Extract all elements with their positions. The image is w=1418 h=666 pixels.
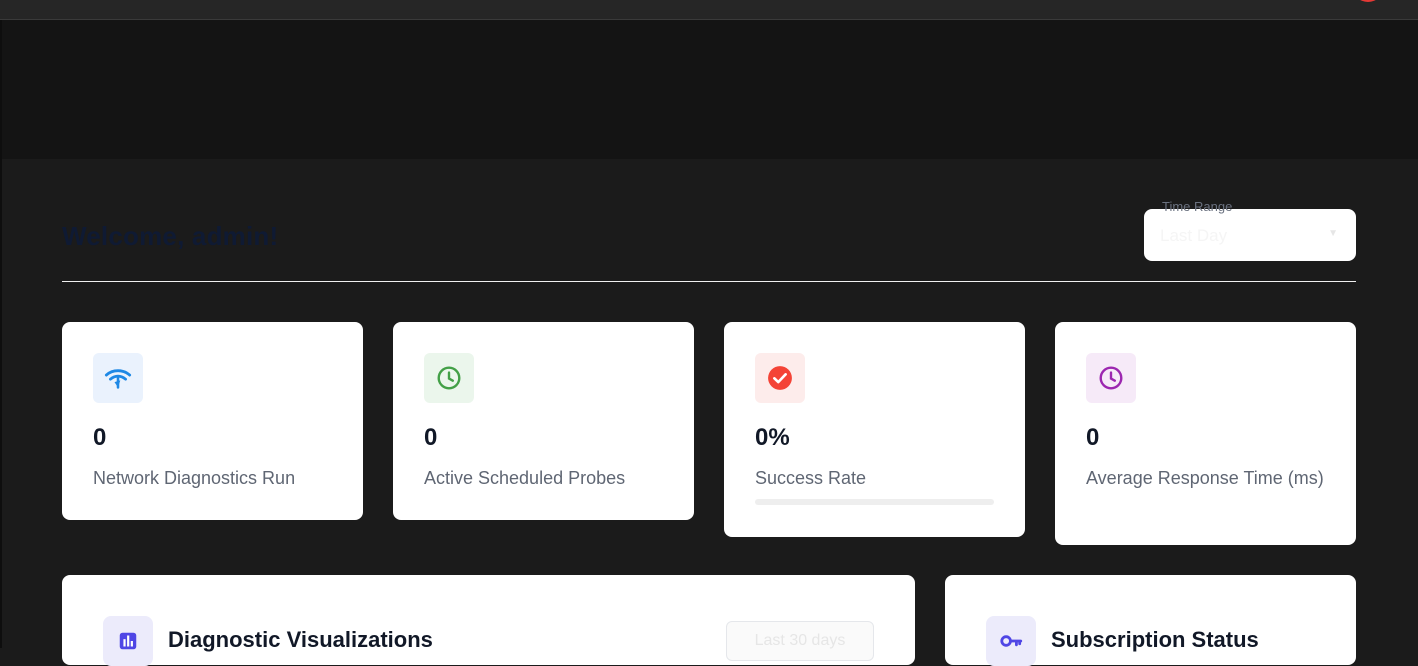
check-circle-icon [755, 353, 805, 403]
header-divider [62, 281, 1356, 282]
stat-card-success-rate: 0% Success Rate [724, 322, 1025, 537]
time-range-label: Time Range [1162, 199, 1233, 214]
date-range-button[interactable]: Last 30 days [726, 621, 874, 661]
time-range-value: Last Day [1160, 226, 1228, 245]
clock-icon [1086, 353, 1136, 403]
panel-title: Diagnostic Visualizations [168, 627, 433, 652]
stat-card-average-response-time: 0 Average Response Time (ms) [1055, 322, 1356, 545]
stat-value: 0 [424, 424, 438, 451]
hero-banner [2, 20, 1418, 159]
key-icon [986, 616, 1036, 666]
chevron-down-icon: ▼ [1328, 228, 1338, 239]
top-bar [0, 0, 1418, 20]
network-icon [93, 353, 143, 403]
user-avatar[interactable] [1352, 0, 1384, 2]
stat-card-network-diagnostics: 0 Network Diagnostics Run [62, 322, 363, 520]
bar-chart-icon [103, 616, 153, 666]
stat-value: 0% [755, 424, 790, 451]
stat-value: 0 [93, 424, 107, 451]
panel-title: Subscription Status [1051, 627, 1259, 652]
subscription-status-panel: Subscription Status [945, 575, 1356, 666]
stat-label: Network Diagnostics Run [93, 468, 296, 488]
stat-label: Success Rate [755, 468, 867, 488]
success-rate-progress [755, 499, 994, 505]
stat-label: Active Scheduled Probes [424, 468, 626, 488]
time-range-select[interactable]: Time Range Last Day ▼ [1144, 199, 1356, 261]
stat-value: 0 [1086, 424, 1100, 451]
clock-icon [424, 353, 474, 403]
stat-card-scheduled-probes: 0 Active Scheduled Probes [393, 322, 694, 520]
stat-label: Average Response Time (ms) [1086, 468, 1324, 488]
page-title: Welcome, admin! [62, 221, 279, 251]
diagnostic-visualizations-panel: Diagnostic Visualizations Last 30 days [62, 575, 915, 666]
